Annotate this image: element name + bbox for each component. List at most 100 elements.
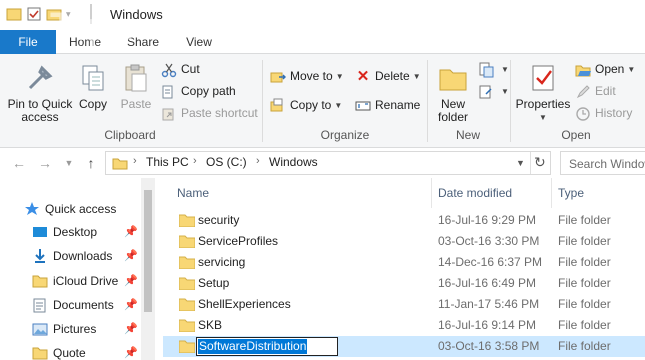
- breadcrumb-windows[interactable]: Windows: [269, 155, 318, 169]
- file-row[interactable]: ServiceProfiles 03-Oct-16 3:30 PM File f…: [163, 231, 645, 252]
- pin-icon[interactable]: 📌: [124, 342, 138, 360]
- refresh-icon[interactable]: ↻: [534, 154, 546, 171]
- breadcrumb-os-c[interactable]: OS (C:): [206, 155, 247, 169]
- tab-share[interactable]: Share: [120, 30, 166, 54]
- scissors-icon: [161, 63, 177, 78]
- nav-item-quote[interactable]: Quote 📌: [0, 342, 140, 360]
- search-input[interactable]: Search Windows: [569, 157, 645, 171]
- properties-quick-icon[interactable]: [26, 6, 42, 22]
- nav-label: Downloads: [53, 249, 113, 263]
- file-row[interactable]: ShellExperiences 11-Jan-17 5:46 PM File …: [163, 294, 645, 315]
- nav-item-icloud-drive[interactable]: iCloud Drive 📌: [0, 270, 140, 292]
- column-divider[interactable]: [551, 178, 552, 208]
- properties-button[interactable]: Properties ▼: [514, 62, 572, 124]
- search-box[interactable]: Search Windows: [560, 151, 645, 175]
- rename-input[interactable]: SoftwareDistribution: [196, 337, 338, 356]
- file-type: File folder: [558, 234, 611, 248]
- rename-button[interactable]: Rename: [355, 96, 420, 114]
- recent-locations-chevron-icon[interactable]: ▼: [60, 154, 78, 172]
- pin-icon[interactable]: 📌: [124, 318, 138, 340]
- download-arrow-icon: [35, 249, 45, 263]
- up-arrow-icon[interactable]: ↑: [82, 154, 100, 172]
- copy-button[interactable]: Copy: [76, 62, 110, 111]
- folder-icon: [112, 158, 128, 170]
- nav-item-documents[interactable]: Documents 📌: [0, 294, 140, 316]
- breadcrumb-this-pc[interactable]: This PC: [146, 155, 189, 169]
- pin-icon[interactable]: 📌: [124, 221, 138, 243]
- pin-icon[interactable]: 📌: [124, 294, 138, 316]
- file-type: File folder: [558, 318, 611, 332]
- file-row[interactable]: SKB 16-Jul-16 9:14 PM File folder: [163, 315, 645, 336]
- pin-to-quick-access-button[interactable]: Pin to Quick access: [4, 62, 76, 124]
- nav-item-pictures[interactable]: Pictures 📌: [0, 318, 140, 340]
- explorer-icon[interactable]: [6, 6, 22, 22]
- rename-input-selected-text: SoftwareDistribution: [198, 339, 308, 354]
- file-name: servicing: [198, 255, 246, 269]
- address-bar[interactable]: › This PC › OS (C:) › Windows ▼ ↻: [105, 151, 551, 175]
- paste-button[interactable]: Paste: [116, 62, 156, 111]
- file-date: 11-Jan-17 5:46 PM: [438, 297, 540, 311]
- edit-label: Edit: [595, 84, 616, 98]
- file-row[interactable]: security 16-Jul-16 9:29 PM File folder: [163, 210, 645, 231]
- open-group-label: Open: [561, 128, 591, 142]
- edit-button[interactable]: Edit: [575, 82, 616, 100]
- column-header-name[interactable]: Name: [177, 178, 209, 208]
- nav-label: Quick access: [45, 202, 117, 216]
- easy-access-button[interactable]: ▼: [478, 82, 509, 100]
- paste-label: Paste: [120, 97, 152, 111]
- navigation-pane: Quick access Desktop 📌 Downloads 📌 iClou…: [0, 178, 155, 360]
- new-folder-quick-icon[interactable]: [46, 6, 62, 22]
- back-arrow-icon[interactable]: ←: [10, 154, 28, 172]
- tab-view[interactable]: View: [176, 30, 222, 54]
- nav-item-desktop[interactable]: Desktop 📌: [0, 221, 140, 243]
- nav-item-downloads[interactable]: Downloads 📌: [0, 245, 140, 267]
- file-name: Setup: [198, 276, 230, 290]
- pin-icon[interactable]: 📌: [124, 245, 138, 267]
- file-date: 16-Jul-16 9:29 PM: [438, 213, 537, 227]
- file-row[interactable]: servicing 14-Dec-16 6:37 PM File folder: [163, 252, 645, 273]
- copy-label: Copy: [78, 97, 107, 111]
- desktop-icon: [33, 227, 47, 237]
- nav-label: iCloud Drive: [53, 274, 119, 288]
- clipboard-group-label: Clipboard: [104, 128, 156, 142]
- nav-item-quick-access[interactable]: Quick access: [0, 198, 140, 220]
- forward-arrow-icon[interactable]: →: [36, 154, 54, 172]
- new-folder-button[interactable]: New folder: [432, 62, 474, 124]
- chevron-down-icon: ▼: [334, 100, 343, 110]
- nav-scrollbar-thumb[interactable]: [144, 190, 152, 312]
- move-to-button[interactable]: Move to ▼: [270, 67, 344, 85]
- copy-to-button[interactable]: Copy to ▼: [270, 96, 342, 114]
- folder-icon: [179, 319, 195, 332]
- new-folder-icon: [439, 69, 467, 91]
- file-row-selected[interactable]: SoftwareDistribution 03-Oct-16 3:58 PM F…: [163, 336, 645, 357]
- folder-icon: [32, 347, 48, 360]
- column-header-type[interactable]: Type: [558, 178, 584, 208]
- address-dropdown-chevron-icon[interactable]: ▼: [516, 158, 525, 168]
- copy-path-label: Copy path: [181, 84, 236, 98]
- nav-label: Quote: [53, 346, 86, 360]
- group-divider: [510, 60, 511, 142]
- customize-quick-access-icon[interactable]: ▾: [66, 9, 82, 25]
- cut-button[interactable]: Cut: [161, 60, 200, 78]
- title-bar: ▾ Windows: [0, 0, 645, 30]
- copy-path-button[interactable]: Copy path: [161, 82, 236, 100]
- open-button[interactable]: Open ▼: [575, 60, 635, 78]
- column-header-date-modified[interactable]: Date modified: [438, 178, 512, 208]
- new-item-button[interactable]: ▼: [478, 60, 509, 78]
- copy-to-icon: [270, 98, 283, 112]
- file-row[interactable]: Setup 16-Jul-16 6:49 PM File folder: [163, 273, 645, 294]
- file-name: SKB: [198, 318, 223, 332]
- group-divider: [262, 60, 263, 142]
- tab-home[interactable]: Home: [62, 30, 108, 54]
- folder-icon: [179, 277, 195, 290]
- new-group-label: New: [455, 128, 480, 142]
- nav-label: Documents: [53, 298, 114, 312]
- delete-button[interactable]: ✕ Delete ▼: [355, 67, 421, 85]
- paste-shortcut-button[interactable]: Paste shortcut: [161, 104, 258, 122]
- chevron-down-icon: ▼: [501, 86, 509, 96]
- column-divider[interactable]: [431, 178, 432, 208]
- tab-file[interactable]: File: [0, 30, 56, 54]
- history-button[interactable]: History: [575, 104, 632, 122]
- new-item-icon: [479, 62, 494, 78]
- pin-icon[interactable]: 📌: [124, 270, 138, 292]
